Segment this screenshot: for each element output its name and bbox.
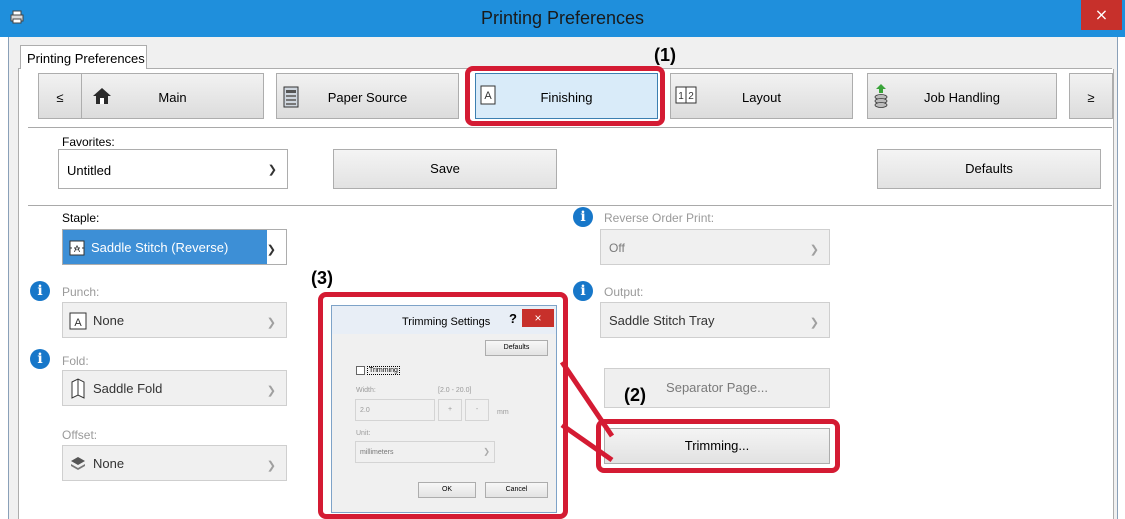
nav-next-button[interactable]: ≥	[1069, 73, 1113, 119]
staple-label: Staple:	[62, 211, 100, 225]
close-button[interactable]: ×	[1081, 0, 1122, 30]
reverse-order-label: Reverse Order Print:	[604, 211, 715, 225]
separator	[28, 205, 1112, 206]
width-plus-button[interactable]: +	[438, 399, 462, 421]
chevron-down-icon: ❯	[483, 447, 490, 456]
tab-printing-preferences[interactable]: Printing Preferences	[20, 45, 147, 70]
info-icon[interactable]: i	[573, 281, 593, 301]
width-range: [2.0 - 20.0]	[438, 387, 472, 394]
output-label: Output:	[604, 285, 644, 299]
nav-layout-button[interactable]: 1 2 Layout	[670, 73, 853, 119]
chevron-down-icon: ❯	[266, 317, 276, 329]
svg-text:A: A	[74, 317, 82, 329]
dialog-cancel-button[interactable]: Cancel	[485, 482, 548, 498]
offset-dropdown[interactable]: None ❯	[62, 445, 287, 481]
dialog-ok-button[interactable]: OK	[418, 482, 476, 498]
chevron-down-icon: ❯	[266, 385, 276, 397]
dialog-close-button[interactable]: ×	[522, 309, 554, 327]
dialog-title-bar: Trimming Settings ? ×	[332, 306, 556, 334]
favorites-dropdown[interactable]: Untitled ❯	[58, 149, 288, 189]
nav-main-button[interactable]: Main	[81, 73, 264, 119]
fold-icon	[71, 378, 85, 399]
unit-label: Unit:	[356, 430, 371, 437]
chevron-down-icon: ❯	[267, 164, 277, 176]
offset-stack-icon	[71, 457, 85, 470]
punch-page-icon: A	[69, 312, 87, 330]
svg-text:A: A	[74, 244, 80, 254]
callout-3: (3)	[311, 268, 333, 288]
punch-label: Punch:	[62, 285, 100, 299]
staple-dropdown[interactable]: A Saddle Stitch (Reverse) ❯	[62, 229, 287, 265]
info-icon[interactable]: i	[30, 349, 50, 369]
defaults-button[interactable]: Defaults	[877, 149, 1101, 189]
chevron-down-icon: ❯	[266, 244, 276, 256]
dialog-defaults-button[interactable]: Defaults	[485, 340, 548, 356]
window-title: Printing Preferences	[480, 8, 645, 28]
punch-dropdown[interactable]: A None ❯	[62, 302, 287, 338]
save-button[interactable]: Save	[333, 149, 557, 189]
info-icon[interactable]: i	[30, 281, 50, 301]
chevron-down-icon: ❯	[809, 317, 819, 329]
dialog-help-button[interactable]: ?	[509, 311, 517, 326]
offset-label: Offset:	[62, 428, 98, 442]
fold-dropdown[interactable]: Saddle Fold ❯	[62, 370, 287, 406]
info-icon[interactable]: i	[573, 207, 593, 227]
chevron-down-icon: ❯	[809, 244, 819, 256]
title-bar: Printing Preferences ×	[0, 0, 1125, 37]
reverse-order-dropdown[interactable]: Off ❯	[600, 229, 830, 265]
staple-icon: A	[69, 240, 85, 256]
unit-dropdown[interactable]: millimeters ❯	[355, 441, 495, 463]
trimming-checkbox[interactable]	[356, 366, 365, 375]
staple-value: Saddle Stitch (Reverse)	[91, 240, 229, 255]
width-minus-button[interactable]: -	[465, 399, 489, 421]
callout-connector	[560, 360, 615, 463]
trimming-checkbox-label: Trimming	[367, 366, 400, 375]
separator	[28, 127, 1112, 128]
callout-2: (2)	[624, 385, 646, 405]
highlight-finishing	[465, 66, 665, 126]
dialog-title: Trimming Settings	[402, 316, 491, 328]
width-input[interactable]: 2.0	[355, 399, 435, 421]
width-label: Width:	[356, 387, 376, 394]
nav-paper-source-button[interactable]: Paper Source	[276, 73, 459, 119]
callout-1: (1)	[654, 45, 676, 65]
nav-prev-button[interactable]: ≤	[38, 73, 82, 119]
fold-label: Fold:	[62, 354, 89, 368]
width-unit-suffix: mm	[497, 409, 509, 416]
output-dropdown[interactable]: Saddle Stitch Tray ❯	[600, 302, 830, 338]
chevron-down-icon: ❯	[266, 460, 276, 472]
favorites-label: Favorites:	[62, 135, 115, 149]
highlight-trimming	[596, 419, 840, 473]
printer-app-icon	[10, 10, 24, 24]
nav-job-handling-button[interactable]: Job Handling	[867, 73, 1057, 119]
